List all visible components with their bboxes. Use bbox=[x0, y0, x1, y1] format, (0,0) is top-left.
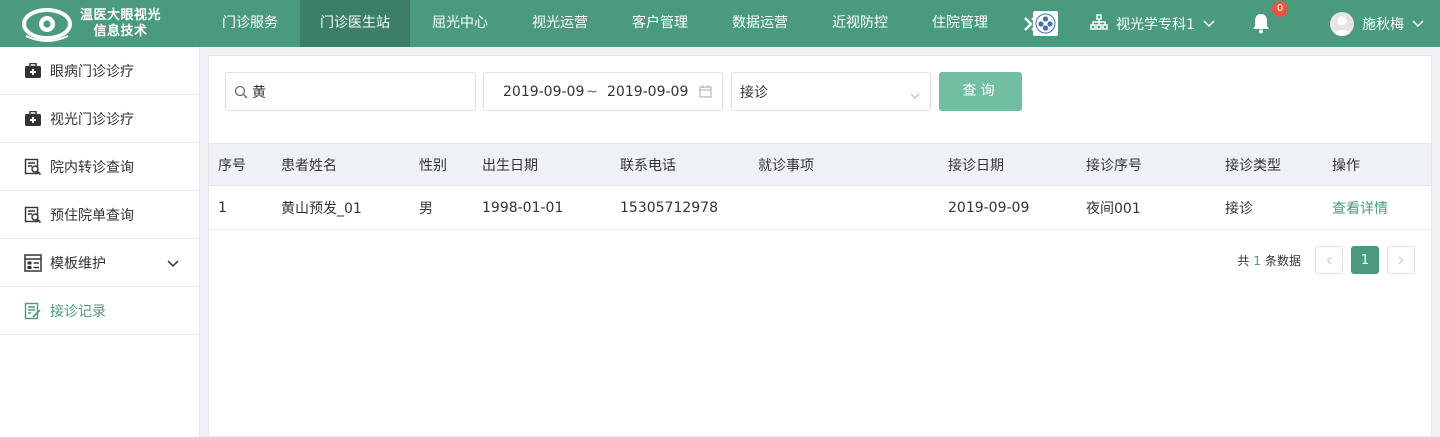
query-button[interactable]: 查询 bbox=[939, 72, 1022, 111]
brand-logo[interactable]: 温医大眼视光 信息技术 bbox=[0, 0, 200, 47]
avatar bbox=[1330, 11, 1354, 36]
template-icon bbox=[24, 253, 42, 272]
sidebar-item-label: 预住院单查询 bbox=[50, 207, 134, 224]
column-header-visit-number: 接诊序号 bbox=[1086, 157, 1142, 174]
cell-visit-date: 2019-09-09 bbox=[948, 199, 1030, 216]
date-range-picker[interactable]: 2019-09-09 ~ 2019-09-09 bbox=[483, 72, 723, 111]
pagination: 共 1 条数据 1 bbox=[1237, 246, 1415, 274]
nav-item-outpatient-service[interactable]: 门诊服务 bbox=[200, 0, 300, 47]
user-name: 施秋梅 bbox=[1362, 16, 1404, 33]
calendar-icon bbox=[699, 85, 712, 102]
cell-visit-type: 接诊 bbox=[1225, 200, 1253, 217]
chevron-down-icon bbox=[1203, 16, 1215, 32]
sidebar-item-pre-admission-query[interactable]: 预住院单查询 bbox=[0, 191, 199, 239]
page-button-current[interactable]: 1 bbox=[1351, 246, 1379, 274]
sidebar-item-label: 眼病门诊诊疗 bbox=[50, 63, 134, 80]
organization-logo-icon[interactable] bbox=[1033, 11, 1058, 36]
pagination-suffix: 条数据 bbox=[1264, 253, 1301, 268]
sidebar: 眼病门诊诊疗 视光门诊诊疗 院内转诊查询 预住院单查询 模板维护 接诊记录 bbox=[0, 47, 200, 437]
sidebar-item-visit-records[interactable]: 接诊记录 bbox=[0, 287, 199, 335]
cell-visit-number: 夜间001 bbox=[1086, 200, 1141, 217]
bell-icon[interactable] bbox=[1250, 12, 1272, 34]
nav-item-data-ops[interactable]: 数据运营 bbox=[710, 0, 810, 47]
column-header-visit-type: 接诊类型 bbox=[1225, 157, 1281, 174]
sidebar-item-label: 视光门诊诊疗 bbox=[50, 111, 134, 128]
sidebar-item-template-maintenance[interactable]: 模板维护 bbox=[0, 239, 199, 287]
prev-page-button[interactable] bbox=[1315, 246, 1343, 274]
visit-type-select[interactable]: 接诊 bbox=[731, 72, 931, 111]
sidebar-item-optometry-clinic[interactable]: 视光门诊诊疗 bbox=[0, 95, 199, 143]
eye-logo-icon bbox=[22, 6, 72, 42]
edit-document-icon bbox=[24, 302, 42, 320]
table-row: 1 黄山预发_01 男 1998-01-01 15305712978 2019-… bbox=[209, 186, 1431, 230]
cell-index: 1 bbox=[218, 199, 227, 216]
nav-item-myopia-control[interactable]: 近视防控 bbox=[810, 0, 910, 47]
search-document-icon bbox=[24, 206, 42, 224]
column-header-birth-date: 出生日期 bbox=[482, 157, 538, 174]
brand-line-1: 温医大眼视光 bbox=[80, 7, 162, 23]
sidebar-item-referral-query[interactable]: 院内转诊查询 bbox=[0, 143, 199, 191]
cell-phone: 15305712978 bbox=[620, 199, 718, 216]
user-menu[interactable]: 施秋梅 bbox=[1330, 0, 1424, 47]
search-input[interactable]: 黄 bbox=[225, 72, 476, 111]
pagination-total-count: 1 bbox=[1253, 253, 1261, 268]
chevron-down-icon bbox=[1412, 16, 1424, 32]
date-end[interactable]: 2019-09-09 bbox=[607, 84, 688, 100]
view-details-link[interactable]: 查看详情 bbox=[1332, 186, 1388, 229]
chevron-down-icon bbox=[910, 88, 920, 104]
search-document-icon bbox=[24, 158, 42, 176]
nav-item-optometry-ops[interactable]: 视光运营 bbox=[510, 0, 610, 47]
column-header-index: 序号 bbox=[218, 157, 246, 174]
main-nav: 门诊服务 门诊医生站 屈光中心 视光运营 客户管理 数据运营 近视防控 住院管理 bbox=[200, 0, 1054, 47]
nav-item-inpatient-management[interactable]: 住院管理 bbox=[910, 0, 1010, 47]
column-header-visit-date: 接诊日期 bbox=[948, 157, 1004, 174]
pagination-prefix: 共 bbox=[1237, 253, 1250, 268]
brand-text: 温医大眼视光 信息技术 bbox=[80, 8, 161, 40]
date-range-separator: ~ bbox=[586, 83, 598, 100]
column-header-visit-matter: 就诊事项 bbox=[758, 157, 814, 174]
visit-type-selected: 接诊 bbox=[740, 84, 768, 101]
cell-patient-name: 黄山预发_01 bbox=[281, 200, 362, 217]
nav-item-refraction-center[interactable]: 屈光中心 bbox=[410, 0, 510, 47]
next-page-button[interactable] bbox=[1387, 246, 1415, 274]
cell-gender: 男 bbox=[419, 200, 433, 217]
column-header-action: 操作 bbox=[1332, 157, 1360, 174]
nav-item-doctor-station[interactable]: 门诊医生站 bbox=[300, 0, 410, 47]
pagination-total: 共 1 条数据 bbox=[1237, 252, 1301, 269]
cell-birth-date: 1998-01-01 bbox=[482, 199, 564, 216]
table-header: 序号 患者姓名 性别 出生日期 联系电话 就诊事项 接诊日期 接诊序号 接诊类型… bbox=[209, 143, 1431, 186]
top-navigation-bar: 温医大眼视光 信息技术 门诊服务 门诊医生站 屈光中心 视光运营 客户管理 数据… bbox=[0, 0, 1440, 47]
column-header-gender: 性别 bbox=[419, 157, 447, 174]
sidebar-item-label: 接诊记录 bbox=[50, 303, 106, 320]
nav-item-customer-management[interactable]: 客户管理 bbox=[610, 0, 710, 47]
records-table: 序号 患者姓名 性别 出生日期 联系电话 就诊事项 接诊日期 接诊序号 接诊类型… bbox=[209, 143, 1431, 230]
sidebar-item-label: 模板维护 bbox=[50, 255, 106, 272]
chevron-down-icon bbox=[167, 256, 179, 272]
notification-badge: 0 bbox=[1272, 1, 1288, 17]
column-header-phone: 联系电话 bbox=[620, 157, 676, 174]
date-start[interactable]: 2019-09-09 bbox=[503, 84, 584, 100]
sidebar-item-eye-disease-clinic[interactable]: 眼病门诊诊疗 bbox=[0, 47, 199, 95]
medical-kit-icon bbox=[24, 110, 42, 128]
search-input-value: 黄 bbox=[252, 84, 266, 101]
search-icon bbox=[234, 85, 248, 99]
column-header-patient-name: 患者姓名 bbox=[281, 157, 337, 174]
department-name: 视光学专科1 bbox=[1116, 16, 1195, 33]
sidebar-item-label: 院内转诊查询 bbox=[50, 159, 134, 176]
brand-line-2: 信息技术 bbox=[93, 23, 148, 39]
department-selector[interactable]: 视光学专科1 bbox=[1090, 0, 1215, 47]
org-tree-icon bbox=[1090, 13, 1108, 34]
medical-kit-icon bbox=[24, 62, 42, 80]
main-panel: 黄 2019-09-09 ~ 2019-09-09 接诊 查询 序号 患者姓名 … bbox=[208, 55, 1432, 437]
